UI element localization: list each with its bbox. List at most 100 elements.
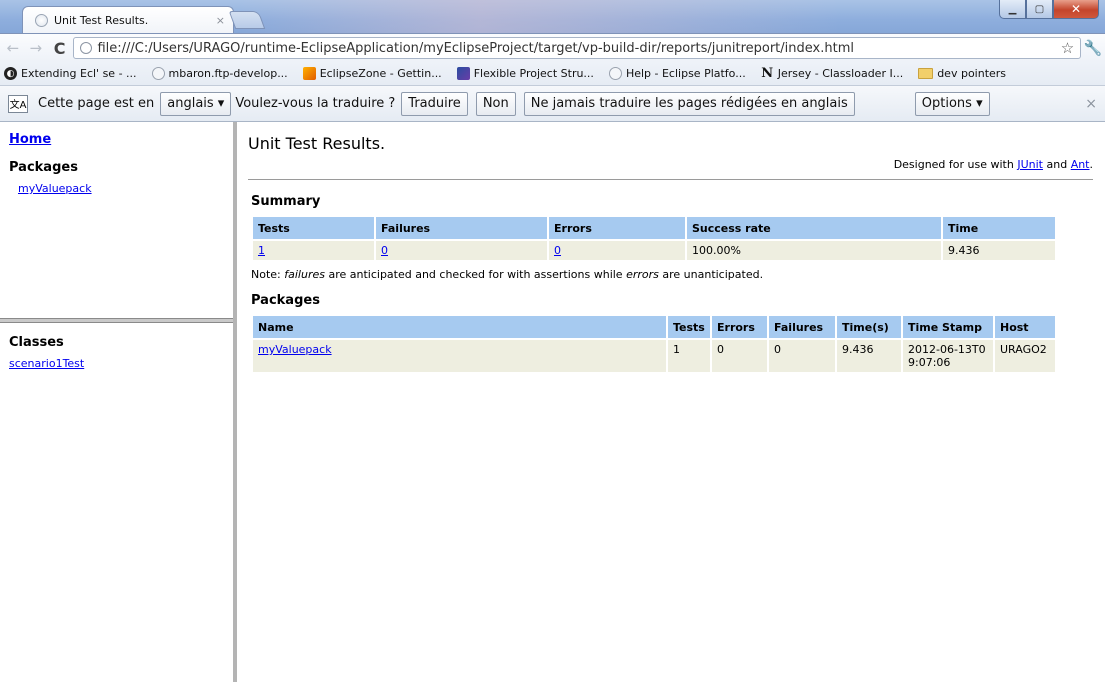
bookmark-label: dev pointers	[937, 67, 1007, 80]
tab-title: Unit Test Results.	[54, 13, 149, 27]
package-failures: 0	[767, 338, 837, 374]
summary-errors-cell: 0	[547, 239, 687, 262]
designed-and: and	[1046, 158, 1068, 171]
packages-table: Name Tests Errors Failures Time(s) Time …	[251, 314, 1057, 374]
folder-icon	[918, 68, 934, 79]
address-bar[interactable]: file:///C:/Users/URAGO/runtime-EclipseAp…	[73, 37, 1082, 59]
translate-prefix: Cette page est en	[38, 96, 155, 111]
left-frames: Home Packages myValuepack Classes scenar…	[0, 122, 237, 682]
translate-close-icon[interactable]: ×	[1085, 96, 1097, 112]
maximize-button[interactable]: ▢	[1026, 0, 1053, 19]
address-url[interactable]: file:///C:/Users/URAGO/runtime-EclipseAp…	[97, 41, 1060, 56]
globe-icon	[608, 67, 622, 80]
classes-heading: Classes	[9, 335, 64, 350]
packages-col-failures: Failures	[767, 314, 837, 340]
package-tests: 1	[666, 338, 712, 374]
note-errors: errors	[626, 268, 659, 281]
title-bar: Unit Test Results. × ▁ ▢ ✕	[0, 0, 1105, 33]
wrench-menu-icon[interactable]: 🔧	[1081, 39, 1105, 57]
summary-failures-link[interactable]: 0	[381, 244, 388, 257]
bookmark-item[interactable]: mbaron.ftp-develop...	[151, 67, 288, 80]
summary-col-time: Time	[941, 215, 1057, 241]
packages-col-errors: Errors	[710, 314, 769, 340]
table-row: 1 0 0 100.00% 9.436	[251, 239, 1057, 262]
summary-tests-link[interactable]: 1	[258, 244, 265, 257]
packages-col-timestamp: Time Stamp	[901, 314, 995, 340]
options-button[interactable]: Options ▾	[914, 91, 990, 116]
summary-table: Tests Failures Errors Success rate Time …	[251, 215, 1057, 262]
package-name-cell: myValuepack	[251, 338, 668, 374]
bookmark-star-icon[interactable]: ☆	[1061, 39, 1074, 57]
packages-heading: Packages	[9, 160, 78, 175]
eclipse-icon	[456, 67, 470, 80]
page-info-icon[interactable]	[80, 42, 93, 54]
note-middle: are anticipated and checked for with ass…	[328, 268, 623, 281]
no-button[interactable]: Non	[475, 91, 516, 116]
summary-col-errors: Errors	[547, 215, 687, 241]
browser-tab[interactable]: Unit Test Results. ×	[22, 6, 234, 33]
main-frame: Unit Test Results. Designed for use with…	[241, 122, 1105, 682]
language-select[interactable]: anglais ▾	[160, 91, 232, 116]
globe-icon	[151, 67, 165, 80]
summary-header-row: Tests Failures Errors Success rate Time	[251, 215, 1057, 241]
summary-col-tests: Tests	[251, 215, 376, 241]
back-button[interactable]: ←	[3, 39, 23, 57]
package-name-link[interactable]: myValuepack	[258, 343, 332, 356]
bookmark-label: EclipseZone - Gettin...	[319, 67, 442, 80]
translate-question: Voulez-vous la traduire ?	[235, 96, 396, 111]
package-host: URAGO2	[993, 338, 1057, 374]
bookmark-folder[interactable]: dev pointers	[918, 67, 1006, 80]
translate-button[interactable]: Traduire	[401, 91, 468, 116]
bookmark-item[interactable]: Flexible Project Stru...	[456, 67, 594, 80]
class-link[interactable]: scenario1Test	[9, 357, 224, 370]
package-time: 9.436	[835, 338, 903, 374]
never-translate-button[interactable]: Ne jamais traduire les pages rédigées en…	[523, 91, 855, 116]
translate-icon: 文A	[8, 94, 28, 113]
dark-circle-icon: ◐	[4, 67, 17, 80]
bookmark-item[interactable]: N Jersey - Classloader I...	[761, 66, 903, 81]
bookmark-item[interactable]: EclipseZone - Gettin...	[302, 67, 442, 80]
summary-errors-link[interactable]: 0	[554, 244, 561, 257]
page-title: Unit Test Results.	[248, 134, 386, 153]
minimize-button[interactable]: ▁	[999, 0, 1026, 19]
classes-frame: Classes scenario1Test	[0, 323, 233, 380]
packages-section-heading: Packages	[251, 293, 320, 308]
divider	[248, 179, 1093, 180]
bookmark-label: Flexible Project Stru...	[473, 67, 594, 80]
summary-note: Note: failures are anticipated and check…	[251, 268, 1093, 281]
bookmark-item[interactable]: ◐ Extending Ecl' se - ...	[4, 67, 137, 80]
bookmark-item[interactable]: Help - Eclipse Platfo...	[608, 67, 746, 80]
ant-link[interactable]: Ant	[1071, 158, 1090, 171]
title-bar-glow	[240, 0, 840, 33]
packages-col-name: Name	[251, 314, 668, 340]
package-link[interactable]: myValuepack	[9, 182, 224, 195]
package-timestamp: 2012-06-13T09:07:06	[901, 338, 995, 374]
junit-link[interactable]: JUnit	[1017, 158, 1043, 171]
home-link[interactable]: Home	[9, 132, 224, 147]
page-content: Home Packages myValuepack Classes scenar…	[0, 122, 1105, 682]
translate-bar: 文A Cette page est en anglais ▾ Voulez-vo…	[0, 86, 1105, 122]
summary-failures-cell: 0	[374, 239, 549, 262]
note-suffix: are unanticipated.	[662, 268, 764, 281]
packages-col-host: Host	[993, 314, 1057, 340]
packages-frame: Home Packages myValuepack	[0, 122, 233, 318]
note-prefix: Note:	[251, 268, 281, 281]
n-letter-icon: N	[761, 66, 774, 81]
browser-toolbar: ← → C file:///C:/Users/URAGO/runtime-Ecl…	[0, 33, 1105, 62]
packages-header-row: Name Tests Errors Failures Time(s) Time …	[251, 314, 1057, 340]
forward-button[interactable]: →	[26, 39, 46, 57]
summary-col-success-rate: Success rate	[685, 215, 943, 241]
bookmarks-bar: ◐ Extending Ecl' se - ... mbaron.ftp-deve…	[0, 62, 1105, 86]
bookmark-label: Extending Ecl' se - ...	[21, 67, 137, 80]
summary-tests-cell: 1	[251, 239, 376, 262]
designed-note: Designed for use with JUnit and Ant.	[248, 158, 1093, 171]
summary-success-rate: 100.00%	[685, 239, 943, 262]
packages-col-tests: Tests	[666, 314, 712, 340]
note-failures: failures	[284, 268, 325, 281]
tab-close-icon[interactable]: ×	[216, 14, 225, 27]
reload-button[interactable]: C	[50, 39, 70, 58]
package-errors: 0	[710, 338, 769, 374]
eclipsezone-icon	[302, 67, 316, 80]
designed-period: .	[1089, 158, 1094, 171]
window-close-button[interactable]: ✕	[1053, 0, 1099, 19]
